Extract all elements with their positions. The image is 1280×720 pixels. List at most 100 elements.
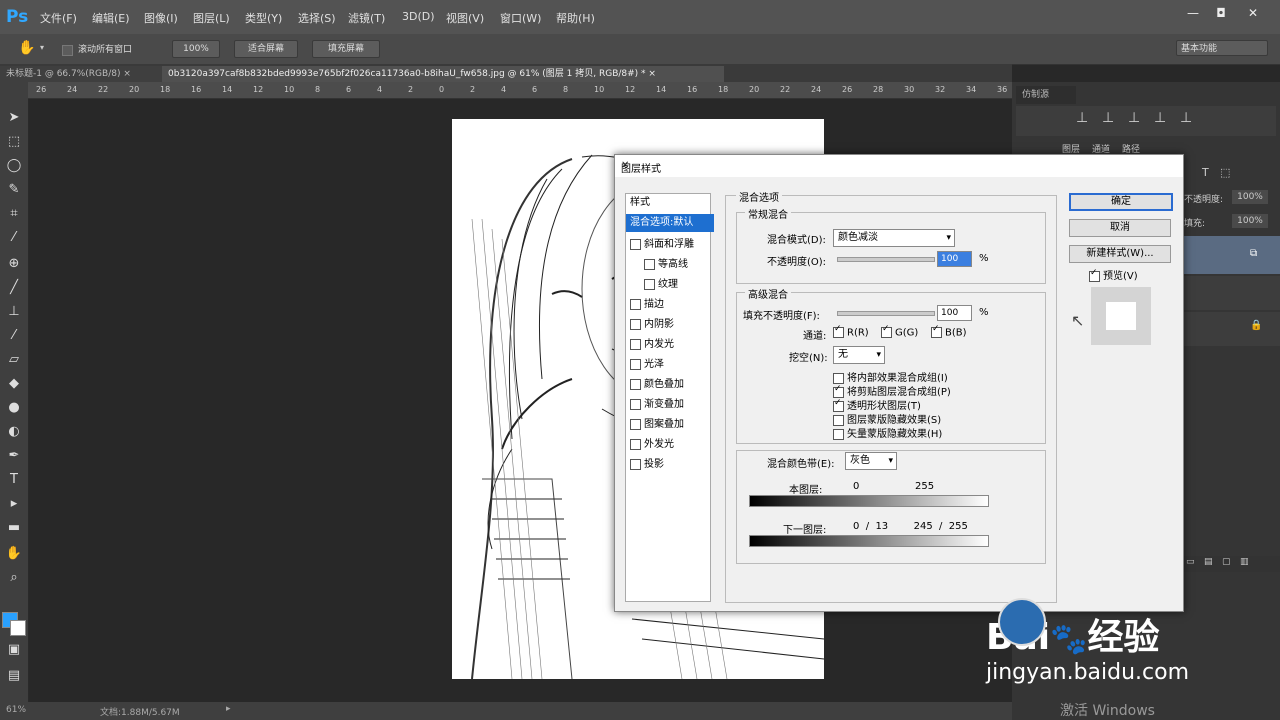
texture-checkbox[interactable] [644, 278, 655, 290]
quick-mask-icon[interactable]: ▣ [3, 640, 25, 660]
sidebar-item-pattern-overlay[interactable]: 图案叠加 [630, 416, 684, 434]
inner-glow-checkbox[interactable] [630, 338, 641, 350]
shape-filter-icon[interactable]: ⬚ [1220, 166, 1230, 179]
opacity-input[interactable]: 100% [1232, 190, 1268, 204]
fill-screen-button[interactable]: 填充屏幕 [312, 40, 380, 58]
move-tool-icon[interactable]: ➤ [3, 108, 25, 128]
scroll-all-checkbox[interactable] [62, 43, 76, 56]
sidebar-item-drop-shadow[interactable]: 投影 [630, 456, 664, 474]
path-select-tool-icon[interactable]: ▸ [3, 494, 25, 514]
clone-source-icon[interactable]: ⊥ [1180, 110, 1192, 126]
sidebar-item-contour[interactable]: 等高线 [644, 256, 688, 274]
preview-checkbox[interactable]: 预览(V) [1089, 267, 1138, 282]
channel-b-checkbox[interactable]: B(B) [931, 324, 967, 339]
fill-opacity-input[interactable]: 100 [937, 305, 972, 321]
contour-checkbox[interactable] [644, 258, 655, 270]
sidebar-item-blending-options[interactable]: 混合选项:默认 [626, 214, 714, 232]
color-overlay-checkbox[interactable] [630, 378, 641, 390]
channel-r-checkbox[interactable]: R(R) [833, 324, 869, 339]
sidebar-item-stroke[interactable]: 描边 [630, 296, 664, 314]
blend-if-select[interactable]: 灰色 ▾ [845, 452, 897, 470]
menu-window[interactable]: 窗口(W) [500, 10, 541, 26]
zoom-tool-icon[interactable]: ⌕ [3, 568, 25, 588]
tab-close-icon[interactable]: × [648, 69, 656, 79]
sidebar-item-outer-glow[interactable]: 外发光 [630, 436, 674, 454]
lasso-tool-icon[interactable]: ◯ [3, 156, 25, 176]
pattern-overlay-checkbox[interactable] [630, 418, 641, 430]
blend-mode-select[interactable]: 颜色减淡 ▾ [833, 229, 955, 247]
eraser-tool-icon[interactable]: ▱ [3, 350, 25, 370]
tab-active-document[interactable]: 0b3120a397caf8b832bded9993e765bf2f026ca1… [162, 66, 724, 82]
new-style-button[interactable]: 新建样式(W)... [1069, 245, 1171, 263]
zoom-100-button[interactable]: 100% [172, 40, 220, 58]
fill-input[interactable]: 100% [1232, 214, 1268, 228]
bevel-checkbox[interactable] [630, 238, 641, 250]
clone-source-icon[interactable]: ⊥ [1102, 110, 1114, 126]
healing-tool-icon[interactable]: ⊕ [3, 254, 25, 274]
fill-opacity-slider[interactable] [837, 311, 935, 316]
pen-tool-icon[interactable]: ✒ [3, 446, 25, 466]
opacity-slider[interactable] [837, 257, 935, 262]
quick-select-tool-icon[interactable]: ✎ [3, 180, 25, 200]
blend-clipped-checkbox[interactable]: 将剪贴图层混合成组(P) [833, 383, 951, 398]
blend-interior-checkbox[interactable]: 将内部效果混合成组(I) [833, 369, 948, 384]
tool-preset-dropdown-icon[interactable]: ▾ [40, 43, 44, 52]
tab-untitled[interactable]: 未标题-1 @ 66.7%(RGB/8) × [0, 66, 162, 82]
vector-mask-hides-checkbox[interactable]: 矢量蒙版隐藏效果(H) [833, 425, 942, 440]
rectangle-tool-icon[interactable]: ▬ [3, 518, 25, 538]
dialog-title-bar[interactable]: 图层样式 ✕ [615, 155, 1183, 177]
sidebar-item-inner-shadow[interactable]: 内阴影 [630, 316, 674, 334]
new-group-icon[interactable]: ▭ [1186, 557, 1195, 567]
sidebar-item-texture[interactable]: 纹理 [644, 276, 678, 294]
menu-view[interactable]: 视图(V) [446, 10, 484, 26]
menu-filter[interactable]: 滤镜(T) [348, 10, 385, 26]
dialog-close-icon[interactable]: ✕ [621, 160, 1177, 171]
clone-source-icon[interactable]: ⊥ [1154, 110, 1166, 126]
this-layer-gradient-slider[interactable] [749, 495, 989, 507]
history-brush-tool-icon[interactable]: ⁄ [3, 326, 25, 346]
layer-row[interactable]: 🔒 [1182, 312, 1280, 346]
background-color-swatch[interactable] [10, 620, 26, 636]
new-layer-icon[interactable]: ▢ [1222, 557, 1231, 567]
menu-type[interactable]: 类型(Y) [245, 10, 282, 26]
sidebar-item-satin[interactable]: 光泽 [630, 356, 664, 374]
dodge-tool-icon[interactable]: ◐ [3, 422, 25, 442]
knockout-select[interactable]: 无 ▾ [833, 346, 885, 364]
type-tool-icon[interactable]: T [3, 470, 25, 490]
inner-shadow-checkbox[interactable] [630, 318, 641, 330]
channel-g-checkbox[interactable]: G(G) [881, 324, 918, 339]
sidebar-item-inner-glow[interactable]: 内发光 [630, 336, 674, 354]
menu-3d[interactable]: 3D(D) [402, 10, 435, 23]
menu-select[interactable]: 选择(S) [298, 10, 336, 26]
sidebar-item-bevel-emboss[interactable]: 斜面和浮雕 [630, 236, 694, 254]
paint-bucket-tool-icon[interactable]: ◆ [3, 374, 25, 394]
drop-shadow-checkbox[interactable] [630, 458, 641, 470]
marquee-tool-icon[interactable]: ⬚ [3, 132, 25, 152]
menu-layer[interactable]: 图层(L) [193, 10, 230, 26]
layer-effects-icon[interactable]: ⧉ [1250, 248, 1257, 259]
clone-source-icon[interactable]: ⊥ [1076, 110, 1088, 126]
sidebar-header[interactable]: 样式 [630, 194, 650, 212]
hand-tool-icon[interactable]: ✋ [18, 40, 35, 56]
eyedropper-tool-icon[interactable]: ⁄ [3, 228, 25, 248]
menu-help[interactable]: 帮助(H) [556, 10, 595, 26]
outer-glow-checkbox[interactable] [630, 438, 641, 450]
clone-source-panel-tab[interactable]: 仿制源 [1016, 86, 1076, 104]
trash-icon[interactable]: ▥ [1240, 557, 1249, 567]
minimize-icon[interactable]: — [1184, 6, 1202, 20]
satin-checkbox[interactable] [630, 358, 641, 370]
crop-tool-icon[interactable]: ⌗ [3, 204, 25, 224]
status-arrow-icon[interactable]: ▸ [226, 704, 231, 714]
type-filter-icon[interactable]: T [1202, 166, 1209, 179]
screen-mode-icon[interactable]: ▤ [3, 666, 25, 686]
transparency-shapes-checkbox[interactable]: 透明形状图层(T) [833, 397, 921, 412]
brush-tool-icon[interactable]: ╱ [3, 278, 25, 298]
restore-icon[interactable]: ◘ [1212, 6, 1230, 20]
cancel-button[interactable]: 取消 [1069, 219, 1171, 237]
underlying-layer-gradient-slider[interactable] [749, 535, 989, 547]
stroke-checkbox[interactable] [630, 298, 641, 310]
hand-tool-icon[interactable]: ✋ [3, 544, 25, 564]
clone-stamp-tool-icon[interactable]: ⊥ [3, 302, 25, 322]
folder-icon[interactable]: ▤ [1204, 557, 1213, 567]
layer-mask-hides-checkbox[interactable]: 图层蒙版隐藏效果(S) [833, 411, 941, 426]
